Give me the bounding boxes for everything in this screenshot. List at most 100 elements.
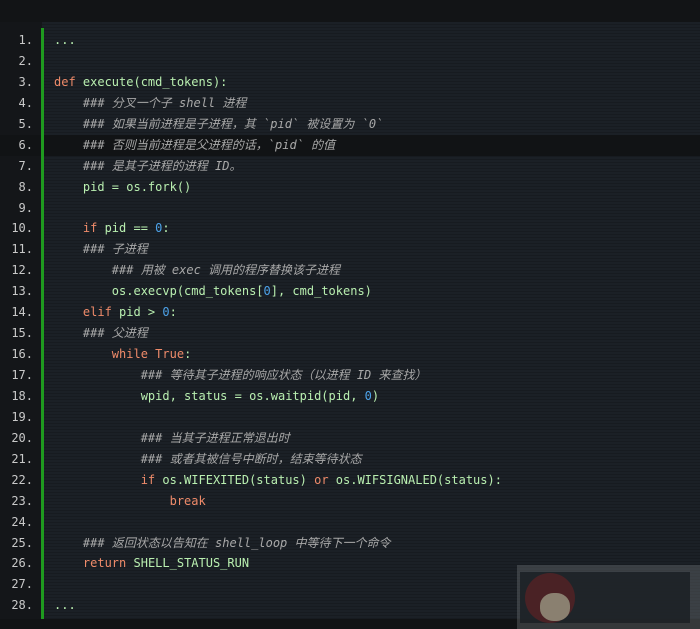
code-line[interactable]: 15. ### 父进程 — [0, 323, 700, 344]
line-code: break — [54, 491, 206, 512]
code-token: pid == — [97, 221, 156, 236]
line-code: ### 分叉一个子 shell 进程 — [54, 93, 246, 114]
code-line[interactable]: 6. ### 否则当前进程是父进程的话，`pid` 的值 — [0, 134, 700, 156]
code-line[interactable]: 7. ### 是其子进程的进程 ID。 — [0, 156, 700, 177]
line-number: 9. — [18, 200, 33, 215]
line-code: ... — [54, 30, 76, 51]
code-token: pid = os.fork() — [54, 179, 192, 194]
line-code: ### 用被 exec 调用的程序替换该子进程 — [54, 260, 340, 281]
code-line[interactable]: 2. — [0, 51, 700, 72]
code-line[interactable]: 25. ### 返回状态以告知在 shell_loop 中等待下一个命令 — [0, 533, 700, 554]
line-code: ### 当其子进程正常退出时 — [54, 428, 290, 449]
line-code: pid = os.fork() — [54, 177, 191, 198]
code-line[interactable]: 20. ### 当其子进程正常退出时 — [0, 428, 700, 449]
code-line[interactable]: 21. ### 或者其被信号中断时，结束等待状态 — [0, 449, 700, 470]
line-number: 17. — [11, 368, 33, 382]
comment-token: ### 当其子进程正常退出时 — [140, 430, 290, 445]
line-code: while True: — [54, 344, 192, 365]
code-line[interactable]: 9. — [0, 198, 700, 219]
keyword-token: break — [169, 493, 206, 508]
line-number: 10. — [11, 221, 33, 236]
code-line[interactable]: 10. if pid == 0: — [0, 218, 700, 239]
code-editor[interactable]: 1.... 2. 3. def execute(cmd_tokens): 4. ### … — [0, 22, 700, 620]
line-number: 3. — [18, 74, 33, 89]
line-code: ### 返回状态以告知在 shell_loop 中等待下一个命令 — [54, 533, 391, 554]
line-number: 14. — [11, 305, 33, 320]
line-number: 15. — [11, 326, 33, 341]
line-number: 7. — [18, 158, 33, 173]
code-line[interactable]: 22. if os.WIFEXITED(status) or os.WIFSIG… — [0, 470, 700, 491]
line-number: 20. — [11, 430, 33, 445]
line-number: 6. — [18, 137, 33, 152]
code-line[interactable]: 8. pid = os.fork() — [0, 177, 700, 198]
code-line[interactable]: 23. break — [0, 491, 700, 512]
code-line[interactable]: 1.... — [0, 30, 700, 51]
line-number: 25. — [11, 535, 33, 550]
line-code: wpid, status = os.waitpid(pid, 0) — [54, 386, 379, 407]
code-line[interactable]: 24. — [0, 512, 700, 533]
code-line[interactable]: 11. ### 子进程 — [0, 239, 700, 260]
line-code: ### 或者其被信号中断时，结束等待状态 — [54, 449, 362, 470]
watermark-logo — [517, 565, 700, 629]
line-code: if pid == 0: — [54, 218, 170, 239]
code-line[interactable]: 14. elif pid > 0: — [0, 302, 700, 323]
mascot-face — [540, 593, 570, 621]
line-number: 21. — [11, 451, 33, 466]
line-code: os.execvp(cmd_tokens[0], cmd_tokens) — [54, 281, 372, 302]
line-number: 5. — [18, 116, 33, 131]
line-number: 24. — [11, 514, 33, 529]
keyword-token: return — [82, 556, 127, 571]
code-line[interactable]: 4. ### 分叉一个子 shell 进程 — [0, 93, 700, 114]
comment-token: ### 是其子进程的进程 ID。 — [82, 158, 242, 173]
comment-token: ### 如果当前进程是子进程，其 `pid` 被设置为 `0` — [82, 116, 384, 131]
top-bar — [0, 0, 700, 22]
code-line[interactable]: 5. ### 如果当前进程是子进程，其 `pid` 被设置为 `0` — [0, 114, 700, 135]
code-line[interactable]: 18. wpid, status = os.waitpid(pid, 0) — [0, 386, 700, 407]
code-token: execute(cmd_tokens): — [75, 74, 228, 89]
code-token: : — [169, 305, 177, 320]
line-number: 4. — [18, 95, 33, 110]
comment-token: ### 用被 exec 调用的程序替换该子进程 — [111, 263, 341, 278]
code-token: pid > — [111, 305, 163, 320]
line-number: 11. — [11, 242, 33, 257]
comment-token: ### 分叉一个子 shell 进程 — [82, 95, 247, 110]
code-line[interactable]: 19. — [0, 407, 700, 428]
line-code: ### 子进程 — [54, 239, 148, 260]
line-number: 27. — [11, 577, 33, 592]
line-number: 18. — [11, 388, 33, 403]
code-line[interactable]: 13. os.execvp(cmd_tokens[0], cmd_tokens) — [0, 281, 700, 302]
code-line[interactable]: 12. ### 用被 exec 调用的程序替换该子进程 — [0, 260, 700, 281]
number-token: 0 — [162, 305, 170, 320]
code-line[interactable]: 16. while True: — [0, 344, 700, 365]
line-number: 2. — [18, 53, 33, 68]
gutter-accent-bar — [41, 28, 44, 620]
number-token: 0 — [364, 388, 372, 403]
code-line[interactable]: 3. def execute(cmd_tokens): — [0, 72, 700, 93]
comment-token: ### 返回状态以告知在 shell_loop 中等待下一个命令 — [82, 535, 391, 550]
code-lines: 1.... 2. 3. def execute(cmd_tokens): 4. ### … — [0, 30, 700, 616]
keyword-token: if — [82, 221, 98, 236]
number-token: 0 — [263, 284, 271, 299]
line-number: 8. — [18, 179, 33, 194]
code-token: : — [162, 221, 170, 236]
code-line[interactable]: 17. ### 等待其子进程的响应状态（以进程 ID 来查找） — [0, 365, 700, 386]
comment-token: ### 或者其被信号中断时，结束等待状态 — [140, 451, 362, 466]
code-token: os.WIFEXITED(status) — [155, 472, 315, 487]
line-code: ### 是其子进程的进程 ID。 — [54, 156, 242, 177]
line-code: if os.WIFEXITED(status) or os.WIFSIGNALE… — [54, 470, 502, 491]
keyword-token: while — [111, 347, 148, 362]
line-number: 23. — [11, 493, 33, 508]
line-code: ... — [54, 595, 76, 616]
